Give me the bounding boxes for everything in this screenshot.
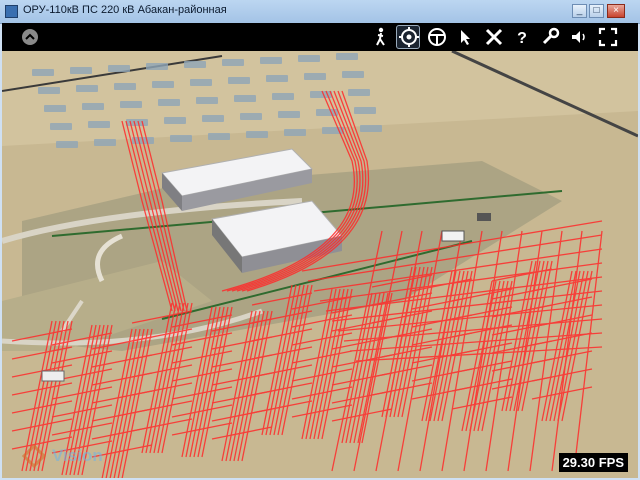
orbit-tool-button[interactable] [396, 25, 420, 49]
equipment-block [284, 129, 306, 136]
equipment-block [184, 61, 206, 68]
drive-tool-icon [428, 28, 446, 46]
title-bar[interactable]: ОРУ-110кВ ПС 220 кВ Абакан-районная _ □ … [0, 0, 640, 24]
walk-tool-icon [376, 27, 385, 46]
equipment-block [120, 101, 142, 108]
window-title: ОРУ-110кВ ПС 220 кВ Абакан-районная [23, 4, 227, 16]
equipment-block [266, 75, 288, 82]
equipment-block [202, 115, 224, 122]
equipment-block [56, 141, 78, 148]
equipment-block [76, 85, 98, 92]
sound-button[interactable] [567, 25, 591, 49]
equipment-block [246, 131, 268, 138]
cross-tool-icon [485, 28, 503, 46]
equipment-block [360, 125, 382, 132]
maximize-button[interactable]: □ [589, 4, 604, 18]
fps-counter: 29.30 FPS [558, 453, 628, 472]
equipment-block [196, 97, 218, 104]
equipment-block [70, 67, 92, 74]
equipment-block [152, 81, 174, 88]
equipment-block [94, 139, 116, 146]
equipment-block [298, 55, 320, 62]
equipment-block [158, 99, 180, 106]
equipment-block [88, 121, 110, 128]
equipment-block [260, 57, 282, 64]
equipment-block [170, 135, 192, 142]
equipment-block [342, 71, 364, 78]
equipment-block [278, 111, 300, 118]
3d-viewport[interactable]: Vision 29.30 FPS [2, 49, 638, 478]
equipment-block [228, 77, 250, 84]
drive-tool-button[interactable] [425, 25, 449, 49]
equipment-block [44, 105, 66, 112]
help-icon: ? [517, 30, 527, 47]
minimize-button[interactable]: _ [572, 4, 587, 18]
pointer-tool-icon [461, 30, 470, 45]
equipment-block [272, 93, 294, 100]
chevron-up-icon [22, 29, 38, 45]
equipment-block [82, 103, 104, 110]
equipment-block [208, 133, 230, 140]
equipment-block [114, 83, 136, 90]
collapse-toolbar-button[interactable] [20, 27, 40, 47]
settings-wrench-icon [542, 27, 560, 45]
pointer-tool-button[interactable] [453, 25, 477, 49]
app-window: ОРУ-110кВ ПС 220 кВ Абакан-районная _ □ … [0, 0, 640, 480]
equipment-block [354, 107, 376, 114]
vision-logo: Vision [22, 444, 103, 468]
viewer-toolbar: ? [2, 23, 638, 51]
logo-mark-icon [22, 444, 46, 468]
equipment-block [240, 113, 262, 120]
help-button[interactable]: ? [510, 25, 534, 49]
equipment-block [348, 89, 370, 96]
fullscreen-button[interactable] [596, 25, 620, 49]
cross-tool-button[interactable] [482, 25, 506, 49]
app-icon [5, 5, 18, 18]
fullscreen-icon [598, 27, 618, 47]
equipment-block [32, 69, 54, 76]
equipment-block [50, 123, 72, 130]
equipment-block [304, 73, 326, 80]
walk-tool-button[interactable] [369, 25, 393, 49]
equipment-block [222, 59, 244, 66]
close-button[interactable]: × [607, 4, 625, 18]
equipment-block [38, 87, 60, 94]
orbit-tool-icon [399, 27, 419, 47]
substation-scene [2, 49, 638, 478]
sound-icon [572, 31, 585, 43]
settings-wrench-button[interactable] [538, 25, 562, 49]
equipment-block [336, 53, 358, 60]
equipment-block [126, 119, 148, 126]
equipment-block [234, 95, 256, 102]
svg-text:?: ? [517, 30, 527, 47]
logo-text: Vision [52, 446, 103, 465]
viewer-client-area: ? Vision 29.30 FPS [2, 23, 638, 478]
equipment-block [190, 79, 212, 86]
equipment-block [146, 63, 168, 70]
equipment-block [164, 117, 186, 124]
equipment-block [108, 65, 130, 72]
